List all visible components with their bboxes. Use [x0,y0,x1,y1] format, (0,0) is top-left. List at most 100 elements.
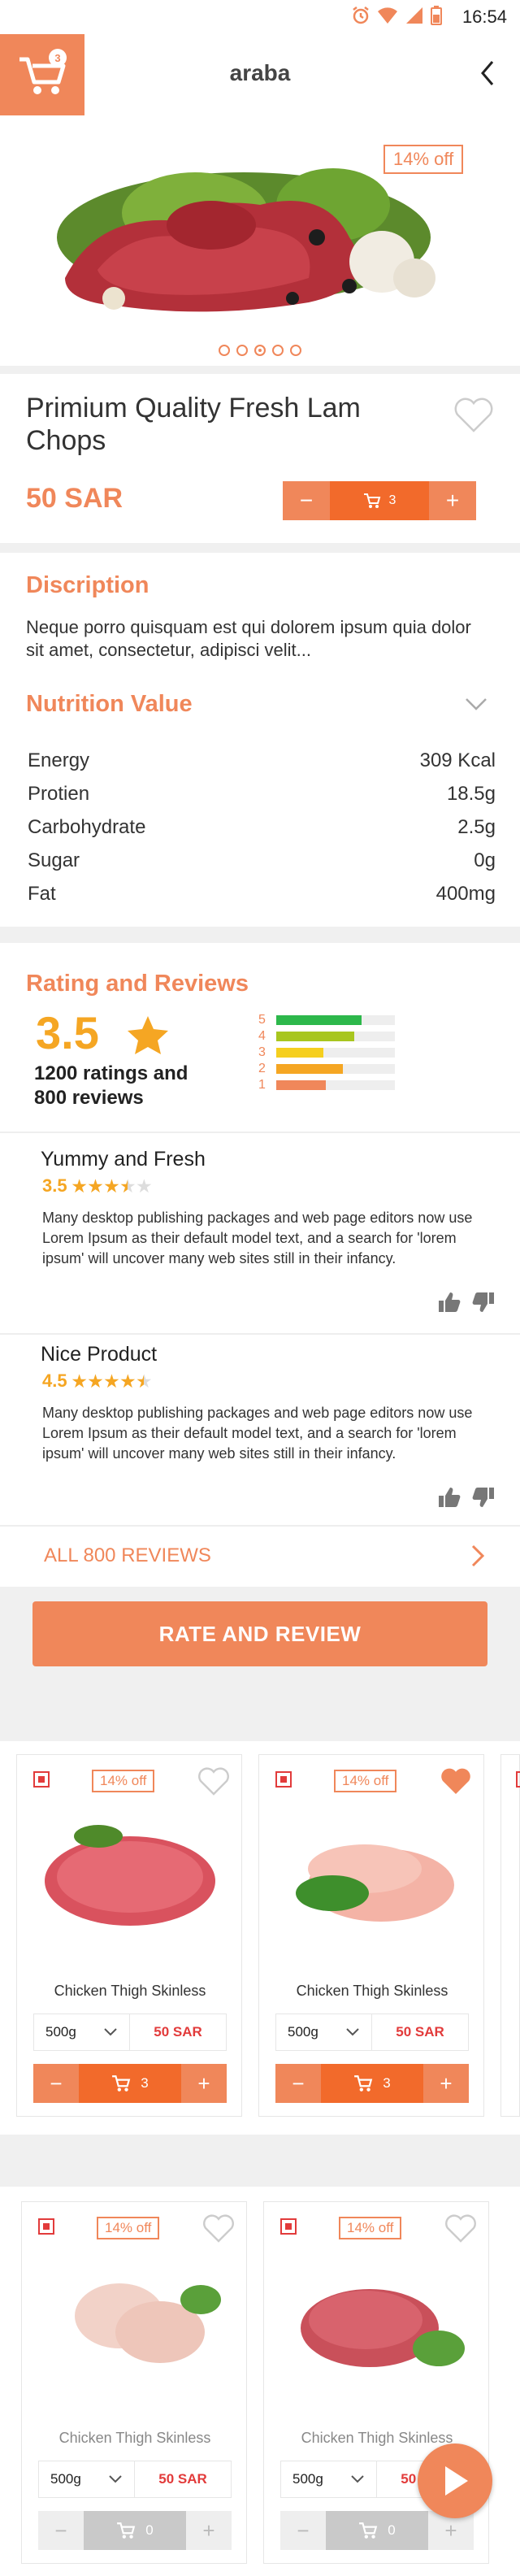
carousel-dot[interactable] [219,345,230,356]
review-body: Many desktop publishing packages and web… [42,1210,473,1266]
favorite-button[interactable] [453,397,494,432]
battery-icon [431,6,442,25]
nutrition-label: Carbohydrate [28,816,146,838]
increase-button[interactable]: + [186,2511,232,2550]
weight-value: 500g [288,2024,318,2040]
rating-bar-fill [276,1048,324,1058]
chevron-down-icon [104,2028,117,2036]
quantity-display: 0 [84,2511,186,2550]
decrease-button[interactable]: − [275,2064,321,2103]
review-votes [437,1486,496,1509]
nutrition-row: Protien 18.5g [28,783,496,806]
nutrition-value: 2.5g [457,816,496,838]
play-icon [445,2466,468,2496]
all-reviews-chevron[interactable] [471,1544,484,1567]
product-name: Chicken Thigh Skinless [54,1983,206,1999]
product-options: 500g 50 SAR [275,2013,469,2051]
select-checkbox[interactable] [33,1771,50,1788]
select-checkbox[interactable] [516,1771,520,1788]
product-card[interactable]: 14% off Chicken Thigh Skinless 500g 50 SAR −… [21,2201,247,2564]
review-score-value: 3.5 [42,1175,67,1196]
star-icon: ★ [104,1372,119,1391]
quantity-display: 3 [79,2064,181,2103]
carousel-dot[interactable] [236,345,248,356]
star-icon [128,1016,168,1054]
quantity-stepper: − 3 + [283,481,476,520]
increase-button[interactable]: + [181,2064,227,2103]
back-button[interactable] [478,59,497,88]
quantity-value: 3 [383,2075,391,2091]
rating-bar-row: 5 [258,1013,395,1027]
quantity-stepper: − 3 + [275,2064,469,2103]
thumbs-down-icon[interactable] [471,1486,496,1509]
product-image-carousel[interactable]: 14% off [0,115,520,366]
nutrition-heading[interactable]: Nutrition Value [26,691,193,718]
heart-icon [454,397,493,432]
status-bar: 16:54 [0,0,520,34]
favorite-button[interactable] [444,2213,477,2243]
carousel-dot[interactable] [254,345,266,356]
carousel-dot[interactable] [272,345,284,356]
weight-select[interactable]: 500g [276,2014,372,2050]
description-heading: Discription [26,572,150,598]
quantity-stepper: − 3 + [33,2064,227,2103]
product-card[interactable]: 14% off Chicken Thigh Skinless 500g 50 SAR −… [258,1754,484,2117]
decrease-button[interactable]: − [33,2064,79,2103]
increase-button[interactable]: + [423,2064,469,2103]
thumbs-up-icon[interactable] [437,1486,462,1509]
chevron-down-icon [351,2475,364,2483]
product-image [33,1804,227,1942]
reviews-section: Rating and Reviews 3.5 1200 ratings and … [0,943,520,1587]
product-price: 50 SAR [154,2024,202,2040]
product-options: 500g 50 SAR [38,2461,232,2498]
star-icon: ★ [120,1177,136,1196]
nutrition-row: Carbohydrate 2.5g [28,816,496,839]
favorite-button[interactable] [197,1766,230,1796]
review-score-value: 4.5 [42,1371,67,1391]
increase-button[interactable]: + [429,481,476,520]
product-title: Primium Quality Fresh Lam Chops [26,393,361,456]
rating-bar-track [276,1080,395,1090]
quantity-value: 0 [145,2522,154,2538]
nutrition-label: Sugar [28,849,80,871]
play-button[interactable] [418,2444,492,2518]
thumbs-down-icon[interactable] [471,1291,496,1314]
discount-tag: 14% off [334,1770,397,1792]
cart-icon [112,2075,131,2092]
review-body: Many desktop publishing packages and web… [42,1405,473,1462]
cart-icon [359,2522,378,2539]
favorite-button[interactable] [202,2213,235,2243]
product-price: 50 SAR [158,2471,207,2487]
nutrition-toggle[interactable] [465,697,488,712]
decrease-button[interactable]: − [283,481,330,520]
thumbs-up-icon[interactable] [437,1291,462,1314]
weight-select[interactable]: 500g [281,2461,377,2497]
rating-bar-fill [276,1015,362,1025]
heart-icon [445,2214,476,2243]
select-checkbox[interactable] [280,2218,297,2235]
cart-icon [354,2075,373,2092]
select-checkbox[interactable] [275,1771,292,1788]
favorite-button[interactable] [440,1766,472,1796]
cart-icon [117,2522,136,2539]
carousel-dot[interactable] [290,345,301,356]
rating-bar-fill [276,1064,343,1074]
app-header: 3 araba [0,34,520,115]
product-card[interactable]: 14% off Chicken Thigh Skinless 500g 50 SAR −… [16,1754,242,2117]
decrease-button[interactable]: − [280,2511,326,2550]
heart-icon [198,1767,229,1796]
decrease-button[interactable]: − [38,2511,84,2550]
all-reviews-link[interactable]: ALL 800 REVIEWS [44,1544,211,1567]
product-card[interactable] [500,1754,520,2117]
weight-select[interactable]: 500g [34,2014,130,2050]
weight-select[interactable]: 500g [39,2461,135,2497]
nutrition-label: Fat [28,883,56,905]
quantity-display: 0 [326,2511,428,2550]
star-rating: ★ ★ ★ ★ ★ [72,1176,152,1197]
select-checkbox[interactable] [38,2218,54,2235]
nutrition-label: Protien [28,783,90,805]
rating-bar-label: 4 [258,1029,266,1043]
star-icon: ★ [88,1177,103,1196]
rate-and-review-button[interactable]: RATE AND REVIEW [32,1601,488,1666]
star-icon: ★ [72,1177,87,1196]
